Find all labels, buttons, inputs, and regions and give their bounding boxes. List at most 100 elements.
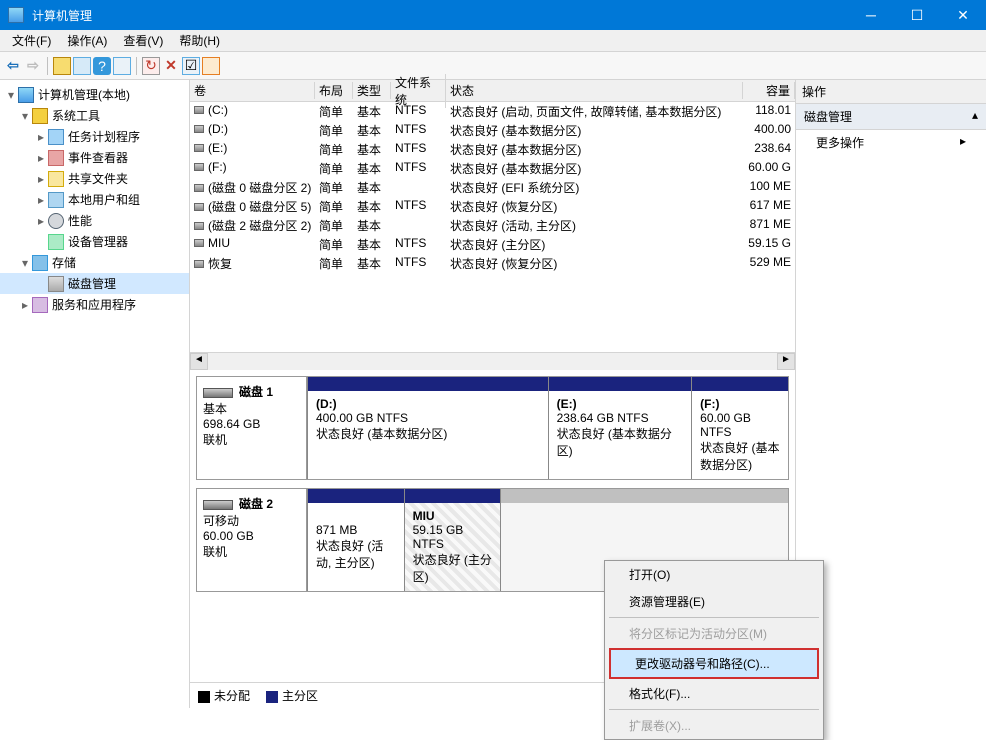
tree-system-tools[interactable]: ▾系统工具: [0, 105, 189, 126]
settings-icon[interactable]: ☑: [182, 57, 200, 75]
ctx-change-drive-letter[interactable]: 更改驱动器号和路径(C)...: [611, 650, 817, 677]
column-status[interactable]: 状态: [446, 82, 743, 99]
ctx-open[interactable]: 打开(O): [605, 561, 823, 588]
tree-storage[interactable]: ▾存储: [0, 252, 189, 273]
disk-icon: [48, 276, 64, 292]
submenu-icon: ▸: [960, 134, 966, 151]
minimize-button[interactable]: ─: [848, 0, 894, 30]
drive-icon: [194, 125, 204, 133]
volume-row[interactable]: (磁盘 2 磁盘分区 2)简单基本状态良好 (活动, 主分区)871 ME: [190, 216, 795, 235]
drive-icon: [194, 222, 204, 230]
disk-1-block[interactable]: 磁盘 1 基本 698.64 GB 联机 (D:)400.00 GB NTFS状…: [196, 376, 789, 480]
service-icon: [32, 297, 48, 313]
separator-icon: [136, 57, 137, 75]
partition-d[interactable]: (D:)400.00 GB NTFS状态良好 (基本数据分区): [307, 377, 548, 479]
drive-icon: [194, 144, 204, 152]
hdd-icon: [203, 388, 233, 398]
scroll-left-icon[interactable]: ◄: [190, 353, 208, 370]
drive-icon: [194, 184, 204, 192]
partition-disk2-1[interactable]: 871 MB状态良好 (活动, 主分区): [307, 489, 404, 591]
tree-local-users[interactable]: ▸本地用户和组: [0, 189, 189, 210]
volume-row[interactable]: (E:)简单基本NTFS状态良好 (基本数据分区)238.64: [190, 140, 795, 159]
drive-icon: [194, 239, 204, 247]
menu-help[interactable]: 帮助(H): [171, 30, 228, 51]
drive-icon: [194, 163, 204, 171]
collapse-icon[interactable]: ▴: [972, 108, 978, 125]
ctx-mark-active: 将分区标记为活动分区(M): [605, 620, 823, 647]
toolbar: ⇦ ⇨ ? ↻ ✕ ☑: [0, 52, 986, 80]
volume-row[interactable]: (C:)简单基本NTFS状态良好 (启动, 页面文件, 故障转储, 基本数据分区…: [190, 102, 795, 121]
column-capacity[interactable]: 容量: [743, 82, 795, 99]
tree-event-viewer[interactable]: ▸事件查看器: [0, 147, 189, 168]
clock-icon: [48, 129, 64, 145]
back-icon[interactable]: ⇦: [4, 57, 22, 75]
app-icon: [8, 7, 24, 23]
partition-e[interactable]: (E:)238.64 GB NTFS状态良好 (基本数据分区): [548, 377, 692, 479]
users-icon: [48, 192, 64, 208]
hdd-icon: [203, 500, 233, 510]
computer-icon: [18, 87, 34, 103]
volume-list-header: 卷 布局 类型 文件系统 状态 容量: [190, 80, 795, 102]
volume-row[interactable]: (磁盘 0 磁盘分区 5)简单基本NTFS状态良好 (恢复分区)617 ME: [190, 197, 795, 216]
title-bar: 计算机管理 ─ ☐ ✕: [0, 0, 986, 30]
event-icon: [48, 150, 64, 166]
legend-unallocated: 未分配: [198, 687, 250, 704]
volume-row[interactable]: (磁盘 0 磁盘分区 2)简单基本状态良好 (EFI 系统分区)100 ME: [190, 178, 795, 197]
options-icon[interactable]: [202, 57, 220, 75]
forward-icon[interactable]: ⇨: [24, 57, 42, 75]
column-type[interactable]: 类型: [353, 82, 391, 99]
tree-task-scheduler[interactable]: ▸任务计划程序: [0, 126, 189, 147]
actions-pane: 操作 磁盘管理▴ 更多操作▸: [796, 80, 986, 708]
actions-more[interactable]: 更多操作▸: [796, 130, 986, 155]
volume-row[interactable]: MIU简单基本NTFS状态良好 (主分区)59.15 G: [190, 235, 795, 254]
disk-2-info: 磁盘 2 可移动 60.00 GB 联机: [197, 489, 307, 591]
drive-icon: [194, 106, 204, 114]
refresh-icon[interactable]: ↻: [142, 57, 160, 75]
tree-services-apps[interactable]: ▸服务和应用程序: [0, 294, 189, 315]
delete-icon[interactable]: ✕: [162, 57, 180, 75]
close-button[interactable]: ✕: [940, 0, 986, 30]
volume-row[interactable]: (F:)简单基本NTFS状态良好 (基本数据分区)60.00 G: [190, 159, 795, 178]
actions-header: 操作: [796, 80, 986, 104]
tree-shared-folders[interactable]: ▸共享文件夹: [0, 168, 189, 189]
scroll-right-icon[interactable]: ►: [777, 353, 795, 370]
horizontal-scrollbar[interactable]: ◄ ►: [190, 352, 795, 370]
help-icon[interactable]: ?: [93, 57, 111, 75]
context-menu: 打开(O) 资源管理器(E) 将分区标记为活动分区(M) 更改驱动器号和路径(C…: [604, 560, 824, 740]
folder-icon: [48, 171, 64, 187]
disk-1-info: 磁盘 1 基本 698.64 GB 联机: [197, 377, 307, 479]
navigation-tree: ▾计算机管理(本地) ▾系统工具 ▸任务计划程序 ▸事件查看器 ▸共享文件夹 ▸…: [0, 80, 190, 708]
menu-view[interactable]: 查看(V): [115, 30, 171, 51]
maximize-button[interactable]: ☐: [894, 0, 940, 30]
ctx-format[interactable]: 格式化(F)...: [605, 680, 823, 707]
drive-icon: [194, 260, 204, 268]
tree-root[interactable]: ▾计算机管理(本地): [0, 84, 189, 105]
ctx-explorer[interactable]: 资源管理器(E): [605, 588, 823, 615]
properties-icon[interactable]: [53, 57, 71, 75]
tree-device-manager[interactable]: 设备管理器: [0, 231, 189, 252]
tree-disk-management[interactable]: 磁盘管理: [0, 273, 189, 294]
column-volume[interactable]: 卷: [190, 82, 315, 99]
menu-file[interactable]: 文件(F): [4, 30, 59, 51]
performance-icon: [48, 213, 64, 229]
tools-icon: [32, 108, 48, 124]
volume-row[interactable]: (D:)简单基本NTFS状态良好 (基本数据分区)400.00: [190, 121, 795, 140]
volume-row[interactable]: 恢复简单基本NTFS状态良好 (恢复分区)529 ME: [190, 254, 795, 273]
legend-primary: 主分区: [266, 687, 318, 704]
storage-icon: [32, 255, 48, 271]
view-icon[interactable]: [73, 57, 91, 75]
menu-action[interactable]: 操作(A): [59, 30, 115, 51]
separator-icon: [47, 57, 48, 75]
window-title: 计算机管理: [32, 7, 848, 24]
list-icon[interactable]: [113, 57, 131, 75]
partition-f[interactable]: (F:)60.00 GB NTFS状态良好 (基本数据分区): [691, 377, 788, 479]
column-layout[interactable]: 布局: [315, 82, 353, 99]
menu-bar: 文件(F) 操作(A) 查看(V) 帮助(H): [0, 30, 986, 52]
device-icon: [48, 234, 64, 250]
actions-section-diskmgmt[interactable]: 磁盘管理▴: [796, 104, 986, 130]
ctx-extend: 扩展卷(X)...: [605, 712, 823, 739]
partition-miu[interactable]: MIU59.15 GB NTFS状态良好 (主分区): [404, 489, 501, 591]
tree-performance[interactable]: ▸性能: [0, 210, 189, 231]
volume-list[interactable]: (C:)简单基本NTFS状态良好 (启动, 页面文件, 故障转储, 基本数据分区…: [190, 102, 795, 352]
drive-icon: [194, 203, 204, 211]
